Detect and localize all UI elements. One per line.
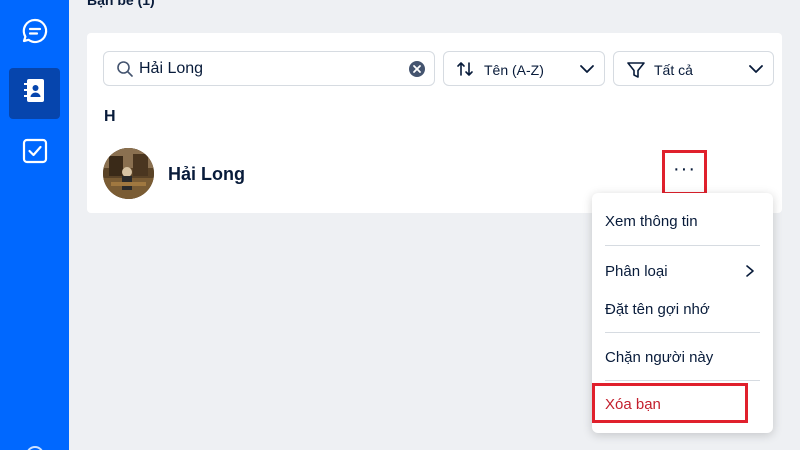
section-title: Bạn bè (1) [87, 0, 155, 8]
menu-divider [605, 245, 760, 246]
menu-item-nickname[interactable]: Đặt tên gợi nhớ [592, 291, 773, 327]
funnel-icon [626, 60, 646, 85]
chevron-down-icon [578, 61, 596, 82]
search-icon [116, 60, 134, 83]
menu-item-label: Đặt tên gợi nhớ [605, 301, 710, 318]
menu-item-label: Xóa bạn [605, 396, 661, 413]
settings-icon[interactable] [26, 446, 44, 450]
sort-label: Tên (A-Z) [484, 62, 544, 78]
filter-label: Tất cả [654, 62, 693, 78]
menu-item-view-info[interactable]: Xem thông tin [592, 203, 773, 239]
contact-book-icon [22, 77, 48, 110]
chevron-down-icon [747, 61, 765, 82]
more-dots-icon: ··· [673, 157, 696, 180]
contact-name: Hải Long [168, 164, 245, 184]
chat-bubble-icon [21, 17, 49, 50]
clear-circle-icon[interactable] [408, 60, 426, 83]
menu-item-label: Xem thông tin [605, 213, 698, 230]
sort-arrows-icon [456, 60, 474, 83]
navigation-rail [0, 0, 69, 450]
nav-messages-button[interactable] [9, 8, 60, 59]
menu-item-label: Chặn người này [605, 349, 714, 366]
menu-divider [605, 380, 760, 381]
more-options-button[interactable]: ··· [662, 150, 707, 195]
menu-item-block[interactable]: Chặn người này [592, 339, 773, 375]
nav-todo-button[interactable] [9, 128, 60, 179]
menu-item-label: Phân loại [605, 263, 668, 280]
menu-item-classify[interactable]: Phân loại [592, 253, 773, 289]
menu-item-delete-friend[interactable]: Xóa bạn [592, 383, 748, 423]
group-letter: H [104, 108, 116, 125]
avatar [103, 148, 154, 199]
context-menu: Xem thông tin Phân loại Đặt tên gợi nhớ … [592, 193, 773, 433]
search-input[interactable]: Hải Long [103, 51, 435, 86]
nav-contacts-button[interactable] [9, 68, 60, 119]
search-value: Hải Long [139, 60, 204, 77]
chevron-right-icon [745, 264, 755, 283]
checkbox-icon [22, 138, 48, 169]
sort-dropdown[interactable]: Tên (A-Z) [443, 51, 605, 86]
menu-divider [605, 332, 760, 333]
filter-dropdown[interactable]: Tất cả [613, 51, 774, 86]
